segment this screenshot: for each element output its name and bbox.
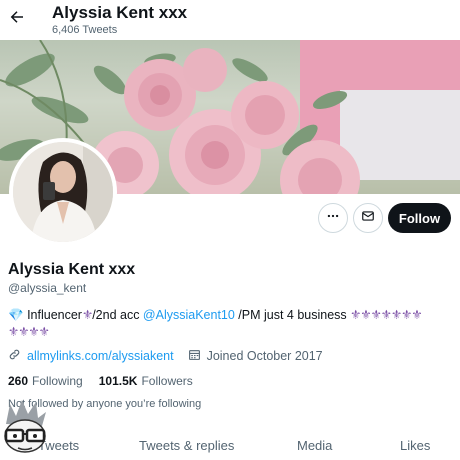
followers-count: 101.5K: [98, 374, 138, 388]
follow-counts: 260 Following 101.5K Followers: [8, 374, 209, 388]
following-count: 260: [8, 374, 29, 388]
bio-text-1: Influencer: [27, 308, 82, 322]
gem-icon: 💎: [8, 308, 24, 322]
tab-likes[interactable]: Likes: [400, 438, 430, 453]
profile-handle: @alyssia_kent: [8, 281, 87, 295]
followers-link[interactable]: 101.5K Followers: [99, 374, 193, 388]
bio-text-3: /PM just 4 business: [234, 308, 351, 322]
fleur-de-lis-icon: ⚜: [81, 308, 93, 322]
more-icon: [326, 209, 340, 228]
profile-display-name: Alyssia Kent xxx: [8, 261, 136, 278]
arrow-left-icon[interactable]: [6, 6, 28, 28]
profile-bio: 💎 Influencer⚜/2nd acc @AlyssiaKent10 /PM…: [8, 307, 460, 341]
header-tweet-count: 6,406 Tweets: [52, 24, 118, 36]
following-link[interactable]: 260 Following: [8, 374, 83, 388]
fleur-de-lis-row-2: ⚜⚜⚜⚜: [8, 325, 50, 339]
message-button[interactable]: [353, 203, 383, 233]
calendar-icon: [188, 348, 201, 364]
profile-joined-date: Joined October 2017: [206, 349, 323, 363]
following-label: Following: [32, 374, 83, 388]
mascot-watermark: [0, 396, 50, 456]
avatar[interactable]: [9, 138, 117, 246]
link-icon: [8, 348, 21, 364]
mail-icon: [361, 209, 375, 228]
profile-tabs: Tweets Tweets & replies Media Likes: [0, 432, 460, 460]
fleur-de-lis-row-1: ⚜⚜⚜⚜⚜⚜⚜: [350, 308, 422, 322]
top-bar: Alyssia Kent xxx 6,406 Tweets: [0, 0, 460, 40]
header-title: Alyssia Kent xxx: [52, 3, 188, 22]
bio-text-2: /2nd acc: [92, 308, 143, 322]
more-button[interactable]: [318, 203, 348, 233]
bio-mention-link[interactable]: @AlyssiaKent10: [143, 308, 235, 322]
tab-tweets-and-replies[interactable]: Tweets & replies: [139, 438, 234, 453]
profile-website-link[interactable]: allmylinks.com/alyssiakent: [27, 349, 174, 363]
profile-meta: allmylinks.com/alyssiakent Joined Octobe…: [8, 348, 323, 364]
followers-label: Followers: [141, 374, 193, 388]
tab-media[interactable]: Media: [297, 438, 332, 453]
follow-button[interactable]: Follow: [388, 203, 451, 233]
